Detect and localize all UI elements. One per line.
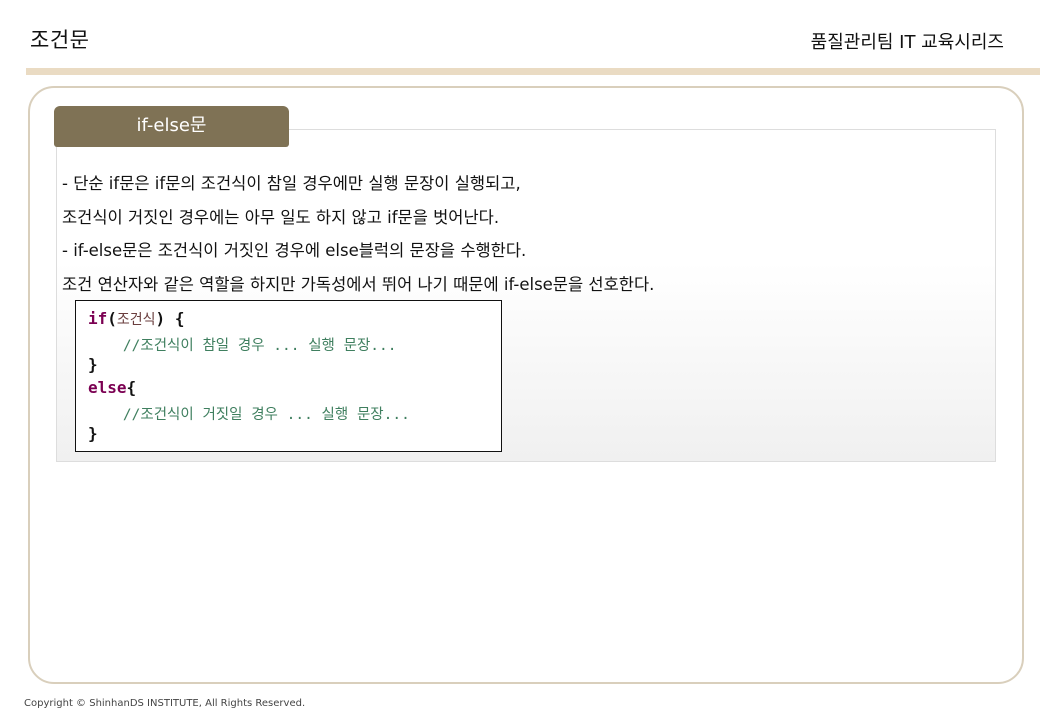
open-paren: ( (107, 309, 117, 328)
else-keyword: else (88, 378, 127, 397)
comment-true: //조건식이 참일 경우 ... 실행 문장... (88, 338, 397, 354)
else-brace: { (126, 378, 137, 397)
condition-text: 조건식 (116, 312, 156, 328)
series-label: 품질관리팀 IT 교육시리즈 (810, 32, 1004, 53)
page-title: 조건문 (30, 28, 90, 52)
close-paren-brace: ) { (155, 309, 185, 328)
description-line-3: - if-else문은 조건식이 거짓인 경우에 else블럭의 문장을 수행한… (62, 241, 527, 260)
description-line-2: 조건식이 거짓인 경우에는 아무 일도 하지 않고 if문을 벗어난다. (62, 208, 500, 227)
description-line-1: - 단순 if문은 if문의 조건식이 참일 경우에만 실행 문장이 실행되고, (62, 174, 521, 193)
close-brace-2: } (88, 424, 98, 443)
section-tab: if-else문 (54, 106, 289, 147)
description-line-4: 조건 연산자와 같은 역할을 하지만 가독성에서 뛰어 나기 때문에 if-el… (62, 275, 655, 294)
code-line-if: if(조건식) { (88, 309, 184, 329)
comment-false: //조건식이 거짓일 경우 ... 실행 문장... (88, 407, 410, 423)
copyright-footer: Copyright © ShinhanDS INSTITUTE, All Rig… (24, 698, 306, 709)
if-keyword: if (88, 309, 108, 328)
header-divider (26, 68, 1040, 75)
code-block: if(조건식) { //조건식이 참일 경우 ... 실행 문장... } el… (75, 300, 502, 452)
close-brace-1: } (88, 355, 98, 374)
code-line-else: else{ (88, 378, 136, 397)
